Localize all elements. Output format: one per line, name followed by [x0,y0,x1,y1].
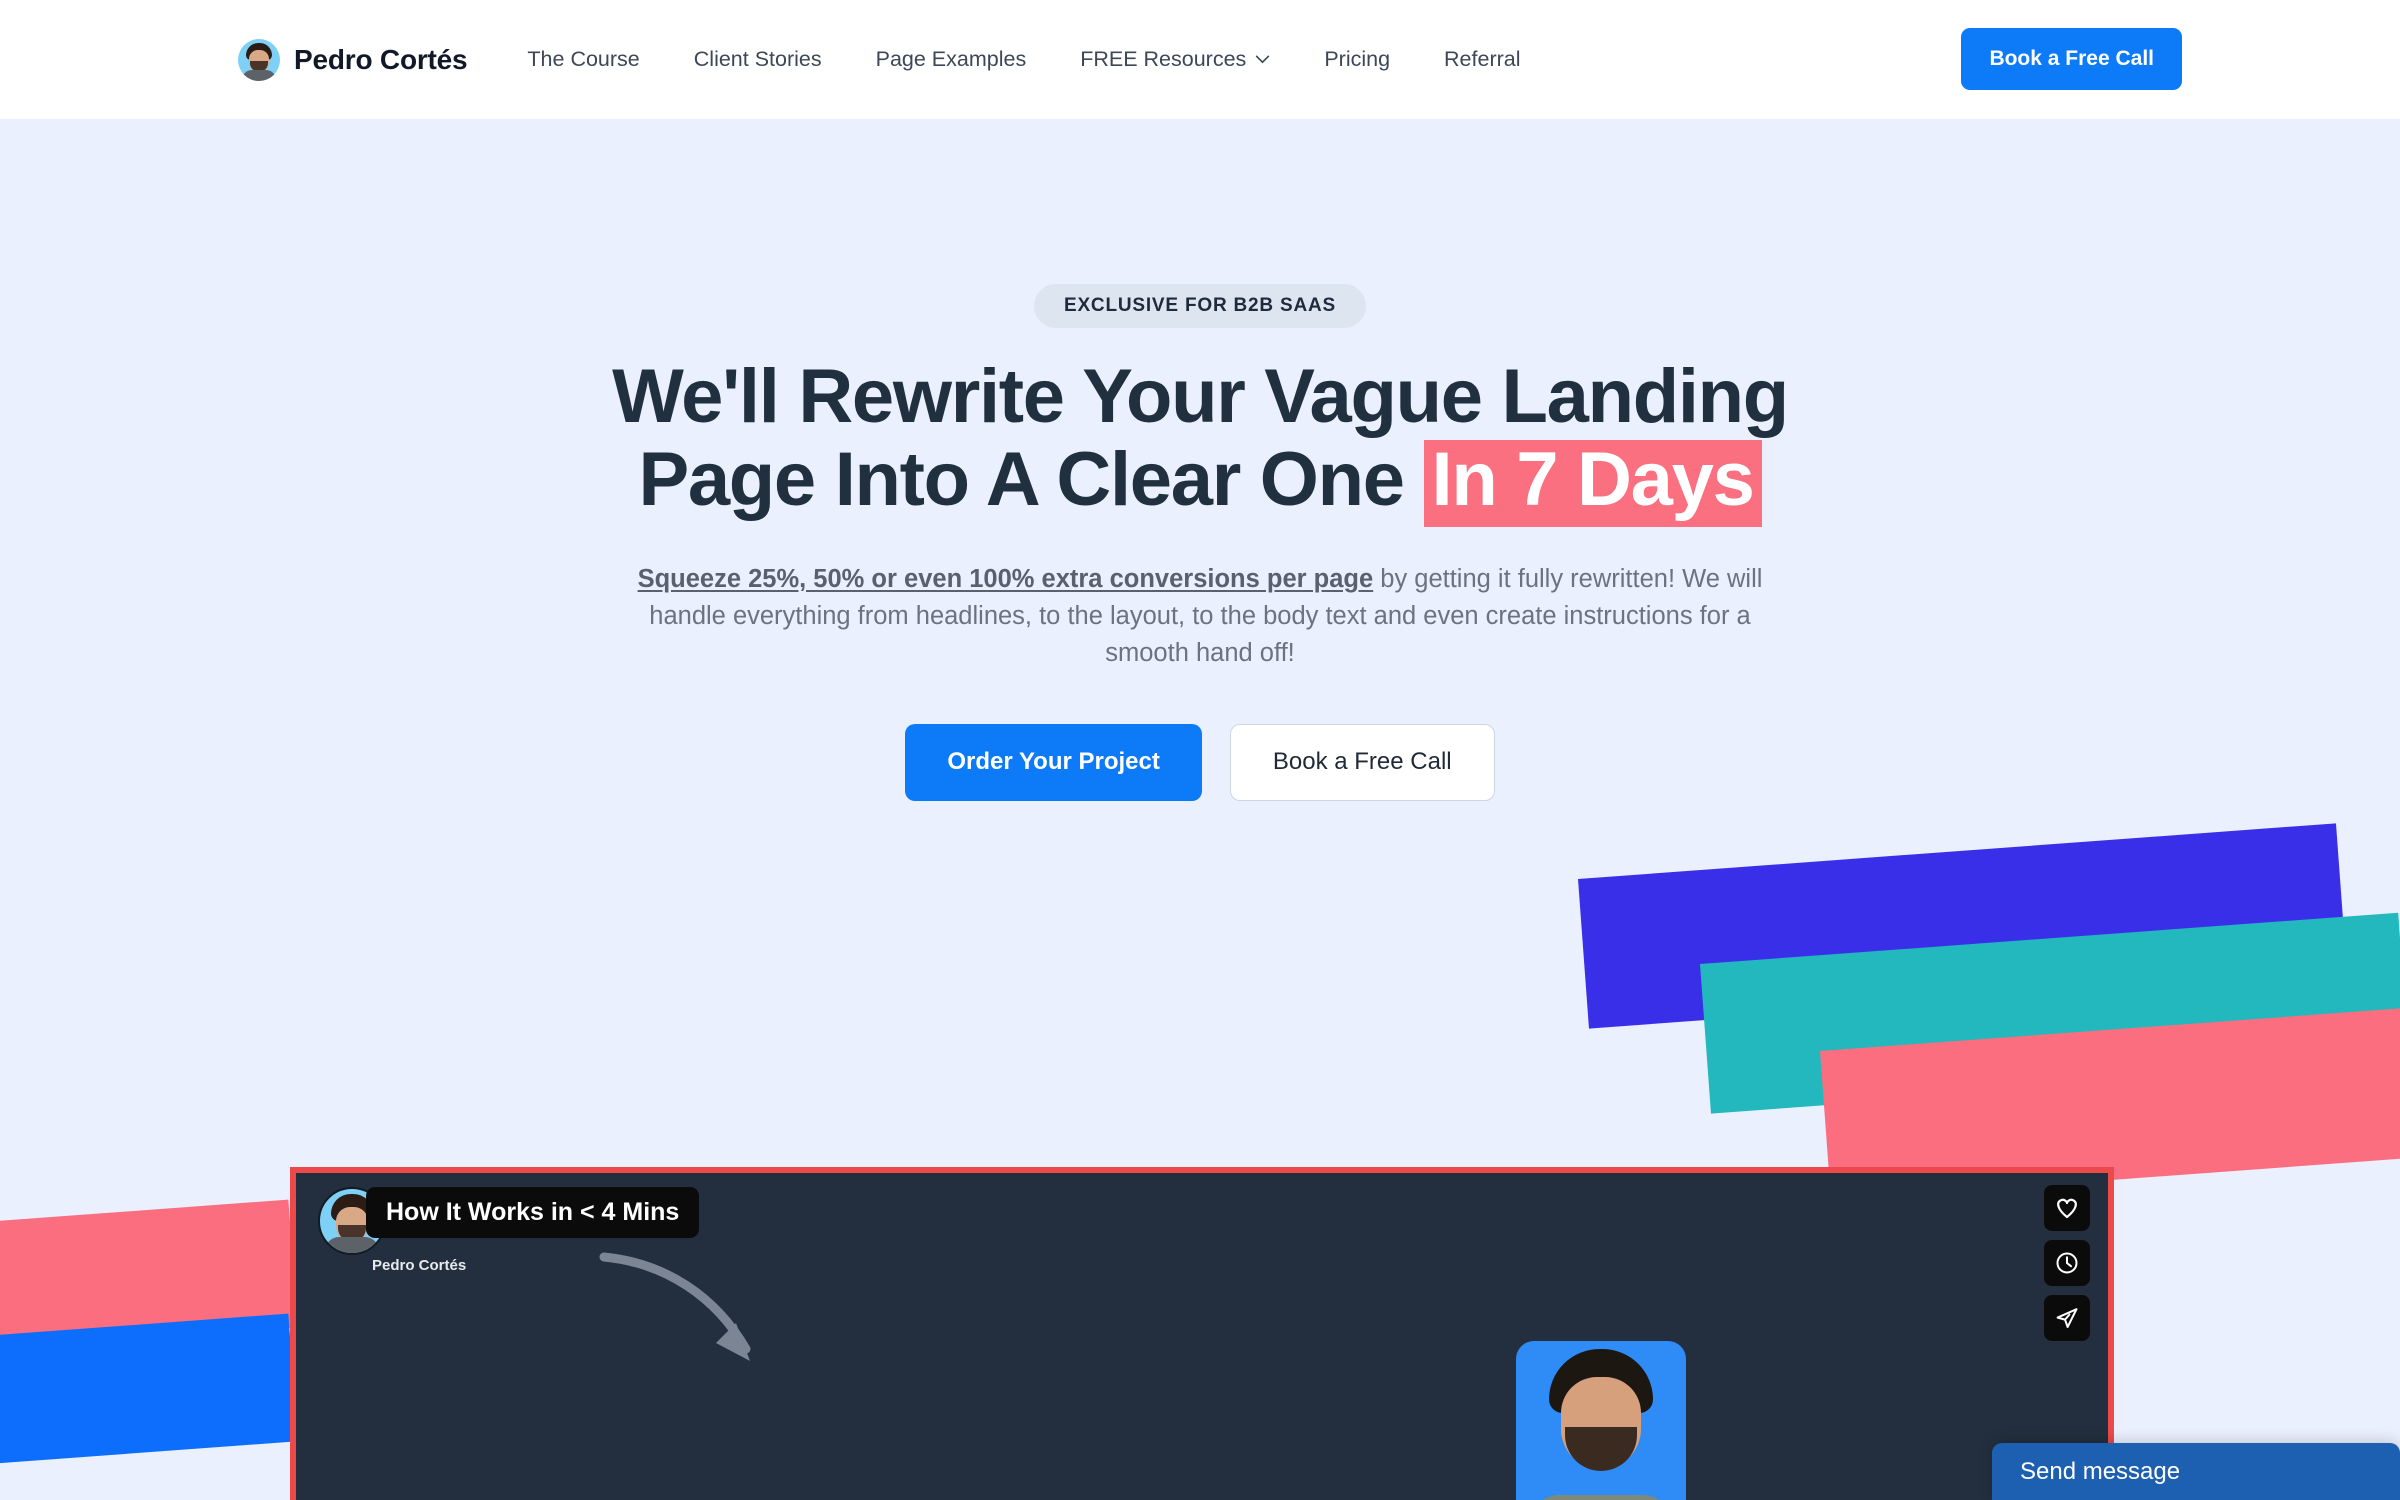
nav-item-free-resources[interactable]: FREE Resources [1080,47,1270,72]
heart-icon[interactable] [2044,1185,2090,1231]
brand-logo[interactable]: Pedro Cortés [238,38,468,81]
hero-content: EXCLUSIVE FOR B2B SAAS We'll Rewrite You… [0,119,2400,801]
video-author-name: Pedro Cortés [372,1257,467,1274]
order-your-project-button[interactable]: Order Your Project [905,723,1202,801]
nav-item-label: Pricing [1324,47,1391,71]
subheading-emphasis[interactable]: Squeeze 25%, 50% or even 100% extra conv… [638,565,1374,593]
hero-headline: We'll Rewrite Your Vague Landing Page In… [0,354,2400,527]
nav-links: The Course Client Stories Page Examples … [527,47,1520,72]
decorative-stripe-blue-left [0,1313,298,1487]
arrow-from-this-icon [599,1252,751,1361]
hero-subheading: Squeeze 25%, 50% or even 100% extra conv… [620,561,1780,672]
chevron-down-icon [1256,55,1270,64]
headline-line-1: We'll Rewrite Your Vague Landing [612,354,1789,439]
nav-item-client-stories[interactable]: Client Stories [694,47,822,72]
hero-section: EXCLUSIVE FOR B2B SAAS We'll Rewrite You… [0,119,2400,1500]
nav-item-label: Page Examples [875,47,1027,71]
video-stage: How It Works in < 4 Mins Pedro Cortés Fr… [296,1173,2108,1500]
nav-item-pricing[interactable]: Pricing [1324,47,1390,72]
send-message-chat-widget[interactable]: Send message [1992,1443,2400,1500]
top-navigation-bar: Pedro Cortés The Course Client Stories P… [0,0,2400,119]
page-root: Pedro Cortés The Course Client Stories P… [0,0,2400,1500]
nav-item-label: Client Stories [693,47,822,71]
nav-item-label: The Course [527,47,640,71]
book-a-free-call-button[interactable]: Book a Free Call [1229,723,1495,801]
headline-highlight: In 7 Days [1423,439,1762,527]
video-action-icons [2044,1185,2090,1341]
chat-widget-label: Send message [2020,1457,2181,1485]
brand-avatar-icon [238,38,280,81]
nav-item-label: Referral [1444,47,1521,71]
nav-item-label: FREE Resources [1080,47,1247,71]
video-title-pill: How It Works in < 4 Mins [366,1187,700,1238]
hero-badge: EXCLUSIVE FOR B2B SAAS [1033,284,1367,328]
brand-name: Pedro Cortés [294,43,468,75]
nav-item-the-course[interactable]: The Course [527,47,639,72]
book-a-free-call-nav-button[interactable]: Book a Free Call [1961,28,2182,90]
video-player[interactable]: How It Works in < 4 Mins Pedro Cortés Fr… [290,1167,2114,1500]
headline-line-2-prefix: Page Into A Clear One [638,436,1424,522]
nav-item-page-examples[interactable]: Page Examples [876,47,1027,72]
video-presenter-portrait [1516,1341,1686,1500]
nav-item-referral[interactable]: Referral [1444,47,1520,72]
hero-cta-row: Order Your Project Book a Free Call [0,723,2400,801]
send-icon[interactable] [2044,1295,2090,1341]
clock-icon[interactable] [2044,1240,2090,1286]
